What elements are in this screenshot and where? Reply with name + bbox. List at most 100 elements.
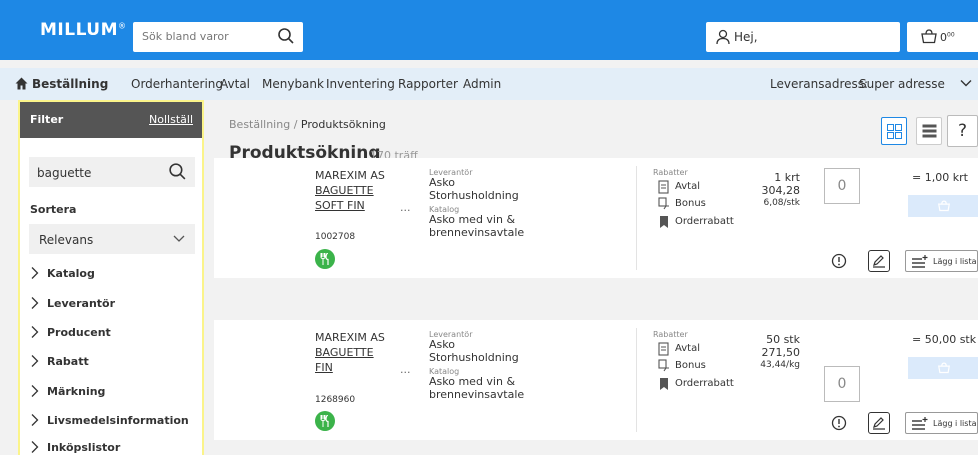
user-icon — [716, 29, 730, 45]
edit-button[interactable] — [868, 412, 890, 434]
contract-icon — [658, 342, 669, 356]
user-greeting: Hej, — [734, 30, 758, 44]
logo[interactable]: MILLUM® — [40, 20, 127, 40]
quantity-input[interactable]: 0 — [824, 366, 860, 402]
basket-icon — [938, 362, 950, 374]
price: 271,50 — [761, 346, 801, 359]
top-header: MILLUM® Sök bland varor Hej, 000 — [0, 0, 978, 60]
breadcrumb: Beställning / Produktsökning — [229, 118, 386, 131]
cutlery-icon — [320, 415, 329, 427]
search-icon[interactable] — [277, 27, 295, 45]
breadcrumb-current: Produktsökning — [300, 118, 386, 131]
eco-label-icon — [315, 249, 335, 269]
sort-select[interactable]: Relevans — [29, 224, 195, 254]
add-to-cart-button[interactable] — [908, 357, 978, 379]
basket-icon — [921, 29, 937, 44]
article-number: 1268960 — [315, 395, 356, 405]
bonus-icon — [658, 197, 669, 210]
chevron-right-icon — [31, 385, 39, 397]
filter-search-input[interactable]: baguette — [29, 157, 195, 187]
product-name-link[interactable]: BAGUETTE FIN — [315, 345, 375, 375]
pricing: 1 krt 304,28 6,08/stk — [762, 171, 801, 210]
supplier-name: Asko Storhusholdning — [429, 338, 519, 364]
rows-icon — [922, 124, 937, 138]
cutlery-icon — [320, 253, 329, 265]
product-producer: MAREXIM AS — [315, 331, 385, 344]
chevron-right-icon — [31, 441, 39, 453]
quantity-input[interactable]: 0 — [824, 168, 860, 204]
nav-menybank[interactable]: Menybank — [262, 77, 324, 91]
delivery-address-value: Super adresse — [859, 77, 945, 91]
delivery-address-select[interactable]: Super adresse — [850, 72, 978, 96]
reset-filters-link[interactable]: Nollställ — [149, 113, 193, 126]
nav-admin[interactable]: Admin — [463, 77, 501, 91]
compact-view-button[interactable] — [916, 117, 942, 145]
search-icon[interactable] — [168, 162, 187, 181]
info-icon — [831, 253, 847, 269]
sort-value: Relevans — [39, 233, 94, 247]
cart-amount: 000 — [940, 31, 955, 44]
chevron-right-icon — [31, 326, 39, 338]
rebates-label: Rabatter — [653, 168, 688, 177]
contract-icon — [658, 180, 669, 194]
more-options[interactable]: ... — [400, 201, 411, 214]
home-icon[interactable] — [15, 77, 28, 90]
filter-title: Filter — [30, 113, 64, 126]
chevron-down-icon — [173, 235, 185, 242]
user-menu[interactable]: Hej, — [706, 22, 900, 52]
nav-inventering[interactable]: Inventering — [326, 77, 395, 91]
add-to-list-button[interactable]: Lägg i lista — [905, 250, 978, 272]
list-view-button[interactable] — [881, 117, 907, 145]
line-sum: = 50,00 stk — [912, 333, 977, 346]
info-icon — [831, 415, 847, 431]
line-sum: = 1,00 krt — [912, 171, 968, 184]
rebates-label: Rabatter — [653, 330, 688, 339]
basket-icon — [938, 200, 950, 212]
info-button[interactable] — [828, 412, 850, 434]
info-button[interactable] — [828, 250, 850, 272]
unit-price: 6,08/stk — [763, 198, 800, 208]
add-to-list-button[interactable]: Lägg i lista — [905, 412, 978, 434]
edit-button[interactable] — [868, 250, 890, 272]
grid-list-icon — [887, 124, 902, 139]
bonus-icon — [658, 359, 669, 372]
list-add-icon — [912, 255, 928, 268]
nav-avtal[interactable]: Avtal — [220, 77, 250, 91]
add-to-cart-button[interactable] — [908, 195, 978, 217]
cart-button[interactable]: 000 — [907, 22, 978, 52]
product-producer: MAREXIM AS — [315, 169, 385, 182]
catalog-name: Asko med vin & brennevinsavtale — [429, 375, 525, 401]
bookmark-icon — [660, 378, 668, 390]
price: 304,28 — [761, 184, 801, 197]
product-row: MAREXIM AS BAGUETTE SOFT FIN ... 1002708… — [214, 158, 978, 278]
product-search-input[interactable]: Sök bland varor — [133, 22, 303, 52]
unit-line: 50 stk — [766, 333, 800, 346]
unit-price: 43,44/kg — [760, 360, 800, 370]
nav-orderhantering[interactable]: Orderhantering — [131, 77, 223, 91]
chevron-right-icon — [31, 297, 39, 309]
nav-bestallning[interactable]: Beställning — [32, 77, 108, 91]
list-add-icon — [912, 417, 928, 430]
bookmark-icon — [660, 216, 668, 228]
search-placeholder: Sök bland varor — [142, 30, 229, 43]
chevron-right-icon — [31, 355, 39, 367]
filter-search-value: baguette — [37, 166, 92, 180]
filter-header: Filter Nollställ — [20, 102, 202, 138]
main-nav: Beställning Orderhantering Avtal Menyban… — [0, 68, 978, 100]
divider — [636, 328, 637, 432]
more-options[interactable]: ... — [400, 363, 411, 376]
article-number: 1002708 — [315, 232, 356, 242]
help-button[interactable]: ? — [947, 115, 978, 147]
chevron-right-icon — [31, 267, 39, 279]
breadcrumb-root[interactable]: Beställning — [229, 118, 290, 131]
sort-label: Sortera — [30, 203, 77, 216]
product-name-link[interactable]: BAGUETTE SOFT FIN — [315, 183, 375, 213]
catalog-name: Asko med vin & brennevinsavtale — [429, 213, 525, 239]
divider — [636, 166, 637, 270]
pricing: 50 stk 271,50 43,44/kg — [760, 333, 800, 372]
nav-rapporter[interactable]: Rapporter — [398, 77, 458, 91]
pencil-icon — [873, 417, 885, 430]
supplier-name: Asko Storhusholdning — [429, 176, 519, 202]
chevron-down-icon — [960, 80, 972, 87]
unit-line: 1 krt — [774, 171, 800, 184]
